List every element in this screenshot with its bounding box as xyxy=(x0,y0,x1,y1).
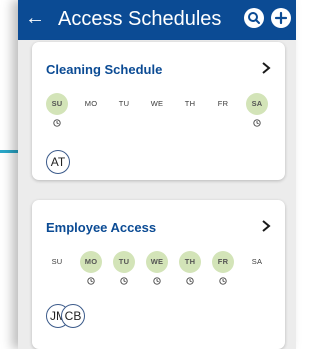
clock-icon xyxy=(253,119,261,127)
clock-icon xyxy=(87,277,95,285)
app-bar: ← Access Schedules xyxy=(18,0,296,40)
day-tu: TU xyxy=(113,93,135,133)
search-button[interactable] xyxy=(244,8,264,28)
clock-icon xyxy=(219,277,227,285)
day-th: TH xyxy=(179,251,201,291)
weekday-row: SU MO TU WE TH FR SA xyxy=(46,93,272,133)
back-button[interactable]: ← xyxy=(24,6,46,30)
schedule-card[interactable]: Cleaning Schedule SU MO TU WE TH FR SA AT xyxy=(32,42,285,180)
day-sa: SA xyxy=(246,251,268,291)
day-tu: TU xyxy=(113,251,135,291)
day-label: SU xyxy=(51,99,63,108)
day-th: TH xyxy=(179,93,201,133)
day-sa: SA xyxy=(246,93,268,133)
add-button[interactable] xyxy=(271,8,291,28)
member-avatar[interactable]: CB xyxy=(61,304,85,328)
clock-icon xyxy=(186,277,194,285)
chevron-right-icon[interactable] xyxy=(259,59,273,77)
day-label: TU xyxy=(118,257,130,266)
schedule-name: Employee Access xyxy=(46,220,157,235)
day-label: SU xyxy=(51,257,63,266)
plus-icon xyxy=(274,11,288,25)
day-label: WE xyxy=(150,257,164,266)
schedule-card[interactable]: Employee Access SU MO TU WE TH FR SA JM CB xyxy=(32,200,285,349)
page-title: Access Schedules xyxy=(58,8,222,30)
clock-icon xyxy=(53,119,61,127)
day-mo: MO xyxy=(80,251,102,291)
day-su: SU xyxy=(46,93,68,133)
day-we: WE xyxy=(146,93,168,133)
chevron-right-icon[interactable] xyxy=(259,217,273,235)
member-avatar[interactable]: AT xyxy=(46,150,70,174)
day-label: SA xyxy=(251,257,263,266)
day-label: FR xyxy=(217,99,229,108)
day-label: TH xyxy=(184,99,196,108)
day-label: TH xyxy=(184,257,196,266)
day-su: SU xyxy=(46,251,68,291)
day-fr: FR xyxy=(212,251,234,291)
day-label: MO xyxy=(84,257,98,266)
day-label: MO xyxy=(84,99,98,108)
clock-icon xyxy=(153,277,161,285)
schedule-name: Cleaning Schedule xyxy=(46,62,163,77)
day-mo: MO xyxy=(80,93,102,133)
day-we: WE xyxy=(146,251,168,291)
day-label: SA xyxy=(251,99,263,108)
phone-screen: ← Access Schedules Cleaning Schedule SU M… xyxy=(18,0,296,349)
day-label: WE xyxy=(150,99,164,108)
clock-icon xyxy=(120,277,128,285)
weekday-row: SU MO TU WE TH FR SA xyxy=(46,251,272,291)
day-fr: FR xyxy=(212,93,234,133)
arrow-left-icon: ← xyxy=(25,7,45,29)
search-icon xyxy=(248,12,260,24)
day-label: FR xyxy=(217,257,229,266)
day-label: TU xyxy=(118,99,130,108)
